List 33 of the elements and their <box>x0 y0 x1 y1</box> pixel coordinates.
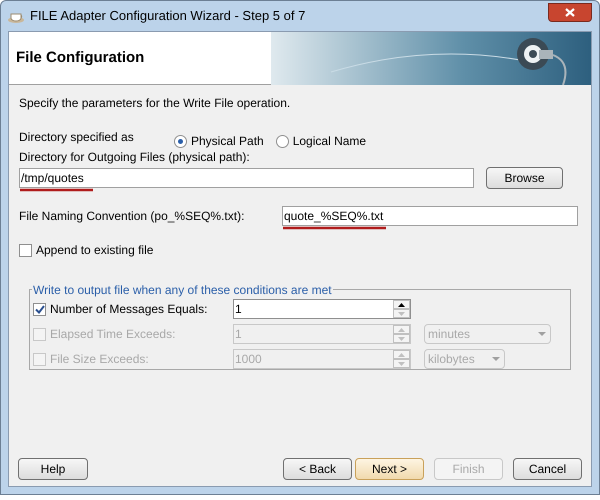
checkbox-label: Elapsed Time Exceeds: <box>50 326 176 343</box>
directory-field[interactable]: /tmp/quotes <box>19 168 474 188</box>
caret-icon <box>492 357 500 361</box>
spinner-value: 1 <box>234 301 243 318</box>
window-title: FILE Adapter Configuration Wizard - Step 5 of 7 <box>30 7 306 26</box>
checkbox-label: Append to existing file <box>36 242 154 259</box>
close-icon <box>565 8 575 16</box>
checkbox-label: File Size Exceeds: <box>50 351 150 368</box>
spinner-value: 1000 <box>234 351 263 368</box>
checkbox[interactable] <box>33 302 46 316</box>
checkbox[interactable] <box>19 244 32 256</box>
caret-icon <box>538 332 546 336</box>
number-spinner[interactable]: 1 <box>233 299 411 319</box>
radio-label: Physical Path <box>191 133 264 150</box>
radio-button[interactable] <box>174 134 187 148</box>
wizard-button[interactable]: Next > <box>355 458 424 480</box>
wizard-button[interactable]: < Back <box>283 458 352 480</box>
wizard-button[interactable]: Cancel <box>513 458 582 480</box>
field-label: File Naming Convention (po_%SEQ%.txt): <box>19 208 246 225</box>
checkbox-label: Number of Messages Equals: <box>50 301 208 318</box>
dropdown-value: kilobytes <box>428 351 475 368</box>
spinner-value: 1 <box>234 326 243 343</box>
close-button[interactable] <box>548 2 592 22</box>
dropdown-value: minutes <box>428 326 470 343</box>
radio-label: Logical Name <box>292 133 366 150</box>
help-button[interactable]: Help <box>18 458 88 480</box>
field-label: Directory for Outgoing Files (physical path): <box>19 149 251 166</box>
browse-button[interactable]: Browse <box>486 167 563 189</box>
page-title: File Configuration <box>16 48 144 68</box>
instruction-text: Specify the parameters for the Write File operation. <box>19 95 292 112</box>
radio-button[interactable] <box>276 134 289 148</box>
file-naming-field[interactable]: quote_%SEQ%.txt <box>282 206 578 226</box>
field-label: Directory specified as <box>19 129 135 146</box>
